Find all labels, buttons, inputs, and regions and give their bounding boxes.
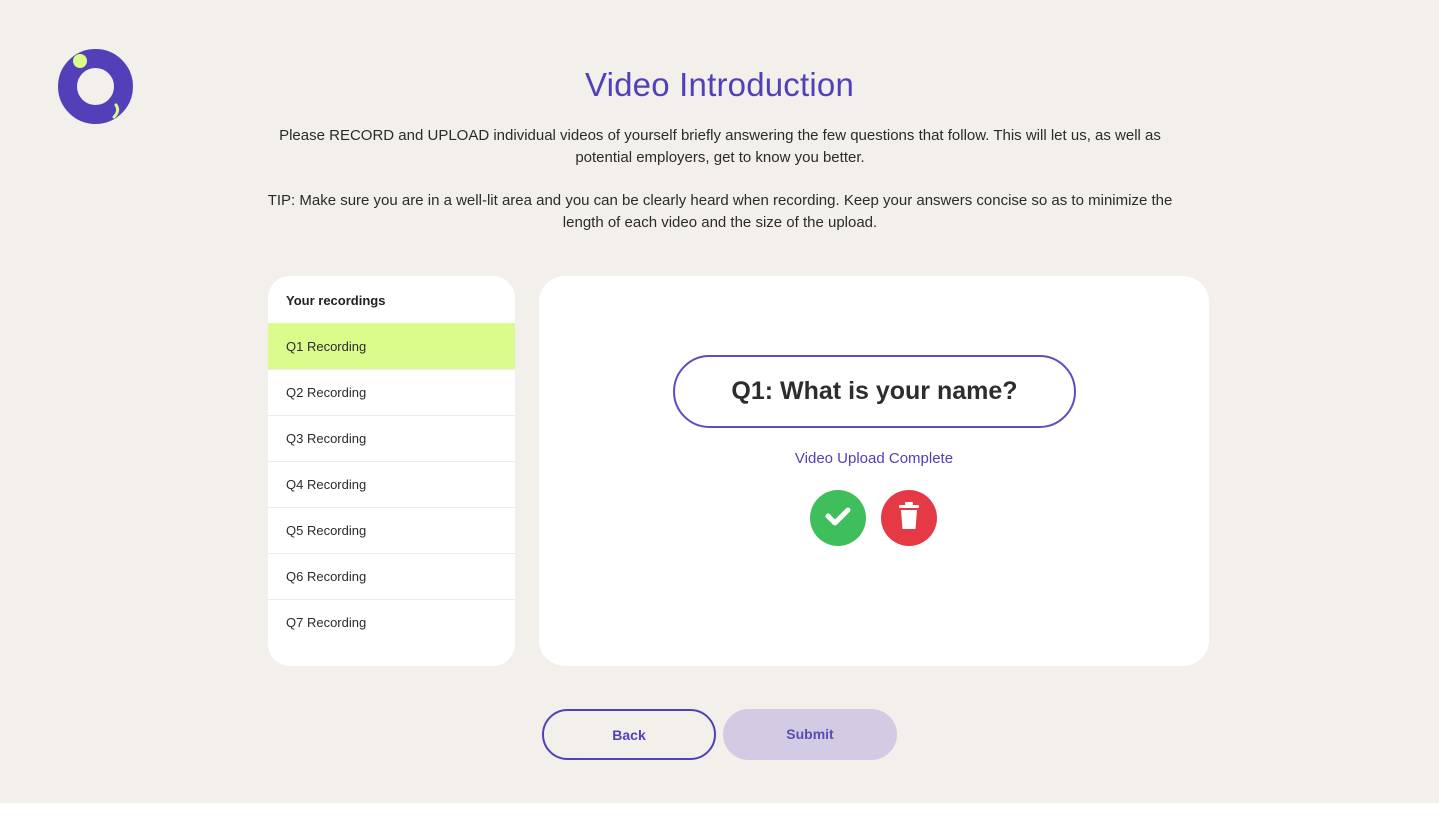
sidebar-item-q4[interactable]: Q4 Recording (268, 461, 515, 507)
sidebar-item-q3[interactable]: Q3 Recording (268, 415, 515, 461)
confirm-button[interactable] (810, 490, 866, 546)
delete-button[interactable] (881, 490, 937, 546)
sidebar-item-q5[interactable]: Q5 Recording (268, 507, 515, 553)
page: Video Introduction Please RECORD and UPL… (0, 0, 1439, 803)
submit-button[interactable]: Submit (723, 709, 897, 760)
sidebar-item-q1[interactable]: Q1 Recording (268, 323, 515, 369)
back-button[interactable]: Back (542, 709, 716, 760)
sidebar-item-q2[interactable]: Q2 Recording (268, 369, 515, 415)
sidebar-item-q6[interactable]: Q6 Recording (268, 553, 515, 599)
sidebar-item-q7[interactable]: Q7 Recording (268, 599, 515, 645)
tip-text: TIP: Make sure you are in a well-lit are… (267, 192, 1173, 231)
question-label: Q1: What is your name? (673, 355, 1076, 428)
page-title: Video Introduction (584, 66, 855, 103)
intro-text: Please RECORD and UPLOAD individual vide… (279, 127, 1161, 166)
recording-panel: Q1: What is your name? Video Upload Comp… (539, 276, 1209, 666)
check-icon (823, 501, 853, 536)
recordings-sidebar: Your recordings Q1 Recording Q2 Recordin… (268, 276, 515, 666)
sidebar-header: Your recordings (286, 293, 386, 308)
upload-status: Video Upload Complete (794, 450, 954, 467)
trash-icon (897, 501, 921, 535)
